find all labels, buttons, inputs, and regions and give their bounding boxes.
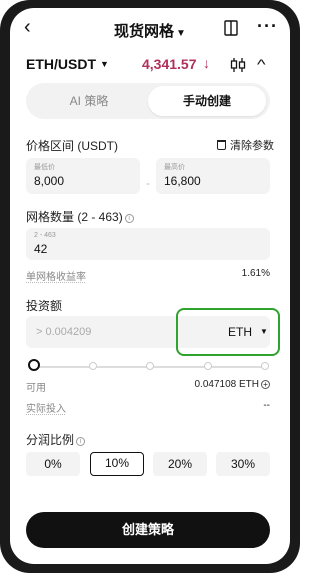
create-strategy-button[interactable]: 创建策略 [26,512,270,548]
profit-share-label-text: 分润比例 [26,433,75,447]
actual-investment-label[interactable]: 实际投入 [26,400,66,415]
grid-count-field[interactable]: 2 - 463 42 [26,228,270,260]
chevron-up-icon[interactable]: ^ [257,56,266,72]
max-price-field[interactable]: 最高价 16,800 [156,158,270,194]
investment-placeholder: > 0.004209 [36,326,92,338]
range-separator: - [146,176,150,190]
screen: ‹ 现货网格 ▼ ··· ETH/USDT ▼ 4,341.57 ↓ ^ AI … [10,8,290,564]
trash-icon [217,140,226,150]
price-range-label: 价格区间 (USDT) [26,139,118,153]
yield-value: 1.61% [241,268,270,279]
last-price: 4,341.57 [142,56,197,72]
coin-selector-highlight [176,308,280,356]
caret-down-icon: ▼ [176,28,186,39]
clear-params-label: 清除参数 [230,140,274,152]
pair-selector[interactable]: ETH/USDT ▼ [26,56,109,72]
max-price-label: 最高价 [164,164,185,171]
pair-symbol: ETH/USDT [26,56,96,72]
slider-step-75[interactable] [204,362,212,370]
available-label: 可用 [26,383,46,394]
min-price-field[interactable]: 最低价 8,000 [26,158,140,194]
actual-investment-value: -- [263,400,270,411]
info-icon[interactable]: i [76,437,86,446]
grid-count-value: 42 [34,242,48,256]
candlestick-icon[interactable] [230,57,246,73]
available-amount: 0.047108 ETH [194,379,260,390]
investment-slider-thumb[interactable] [28,359,40,371]
pair-row: ETH/USDT ▼ 4,341.57 ↓ ^ [10,52,290,76]
grid-count-label-text: 网格数量 (2 - 463) [26,210,123,224]
profit-share-option-30[interactable]: 30% [216,452,270,476]
available-value: 0.047108 ETH + [194,379,270,390]
profit-share-option-10[interactable]: 10% [90,452,144,476]
grid-count-label: 网格数量 (2 - 463) i [26,208,134,225]
profit-share-option-20[interactable]: 20% [153,452,207,476]
arrow-down-icon: ↓ [203,55,210,71]
yield-label[interactable]: 单网格收益率 [26,268,86,283]
clear-params-button[interactable]: 清除参数 [217,137,274,153]
more-icon[interactable]: ··· [257,16,278,37]
info-icon[interactable]: i [124,214,134,223]
slider-step-50[interactable] [146,362,154,370]
phone-frame: ‹ 现货网格 ▼ ··· ETH/USDT ▼ 4,341.57 ↓ ^ AI … [0,0,300,573]
min-price-label: 最低价 [34,164,55,171]
page-title[interactable]: 现货网格 ▼ [10,20,290,41]
investment-label: 投资额 [26,299,63,313]
tab-manual-create[interactable]: 手动创建 [148,86,266,116]
caret-down-icon: ▼ [100,59,109,69]
book-icon[interactable] [224,20,238,36]
strategy-tabs: AI 策略 手动创建 [26,83,270,119]
plus-circle-icon[interactable]: + [261,380,270,389]
page-title-label: 现货网格 [114,23,175,40]
grid-count-range: 2 - 463 [34,232,56,239]
slider-step-25[interactable] [89,362,97,370]
slider-step-100[interactable] [261,362,269,370]
max-price-value: 16,800 [164,174,201,188]
top-bar: ‹ 现货网格 ▼ ··· [10,8,290,48]
profit-share-option-0[interactable]: 0% [26,452,80,476]
tab-ai-strategy[interactable]: AI 策略 [30,86,148,116]
profit-share-label: 分润比例 i [26,431,86,448]
min-price-value: 8,000 [34,174,65,188]
